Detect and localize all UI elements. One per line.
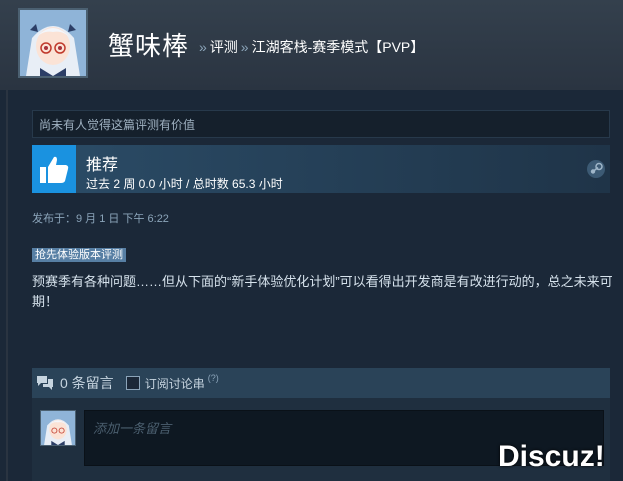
avatar-illustration (20, 10, 86, 76)
speech-bubbles-icon (37, 376, 53, 390)
commenter-avatar[interactable] (40, 410, 76, 446)
avatar-illustration (41, 411, 75, 445)
breadcrumb-game-link[interactable]: 江湖客栈-赛季模式【PVP】 (252, 39, 425, 55)
subscribe-label[interactable]: 订阅讨论串 (145, 375, 205, 392)
steam-icon (587, 160, 605, 178)
thumbs-up-icon (32, 145, 76, 193)
comment-count: 0 条留言 (60, 375, 114, 391)
user-avatar[interactable] (18, 8, 88, 78)
breadcrumb-reviews-link[interactable]: 评测 (210, 39, 238, 55)
subscribe-checkbox[interactable] (125, 376, 140, 390)
profile-header: 蟹味棒 » 评测» 江湖客栈-赛季模式【PVP】 (0, 0, 623, 90)
breadcrumb-separator: » (199, 39, 207, 55)
user-name[interactable]: 蟹味棒 (108, 26, 189, 63)
breadcrumb-separator: » (240, 39, 249, 55)
review-body: 预赛季有各种问题……但从下面的“新手体验优化计划”可以看得出开发商是有改进行动的… (32, 274, 613, 309)
comments-bar: 0 条留言 订阅讨论串 (?) (32, 368, 610, 398)
recommend-label: 推荐 (86, 157, 119, 174)
side-divider (6, 90, 8, 481)
recommendation-box: 推荐 过去 2 周 0.0 小时 / 总时数 65.3 小时 (32, 145, 610, 193)
helpful-notice: 尚未有人觉得这篇评测有价值 (32, 110, 610, 138)
early-access-badge: 抢先体验版本评测 (32, 248, 126, 262)
posted-date: 发布于：9 月 1 日 下午 6:22 (32, 213, 169, 225)
discuz-watermark: Discuz! (498, 440, 605, 473)
help-icon[interactable]: (?) (208, 373, 219, 383)
playtime-hours: 过去 2 周 0.0 小时 / 总时数 65.3 小时 (86, 177, 283, 191)
breadcrumb: » 评测» 江湖客栈-赛季模式【PVP】 (196, 37, 424, 57)
